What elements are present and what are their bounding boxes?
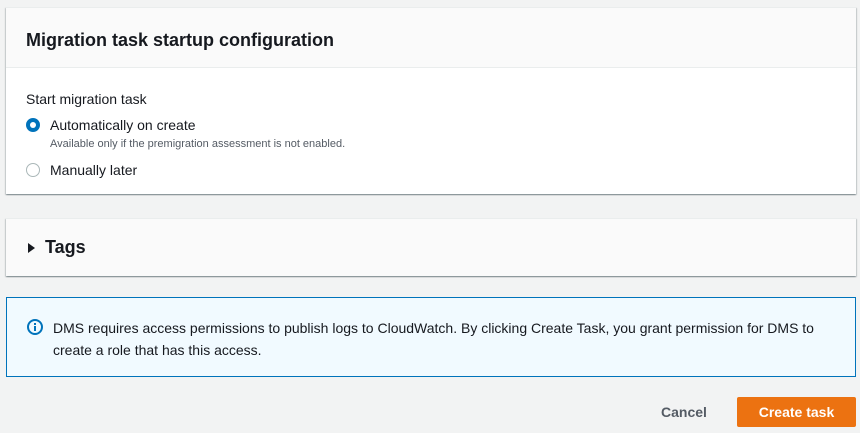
panel-header: Migration task startup configuration xyxy=(6,8,856,68)
startup-configuration-panel: Migration task startup configuration Sta… xyxy=(6,7,856,194)
radio-option-automatically[interactable]: Automatically on create Available only i… xyxy=(26,116,856,152)
tags-title[interactable]: Tags xyxy=(45,237,86,258)
radio-option-manually[interactable]: Manually later xyxy=(26,161,856,179)
tags-panel-toggle[interactable]: Tags xyxy=(6,218,856,276)
page: Migration task startup configuration Sta… xyxy=(0,0,860,433)
radio-description-automatically: Available only if the premigration asses… xyxy=(50,138,346,150)
cancel-button[interactable]: Cancel xyxy=(648,397,720,427)
start-migration-task-label: Start migration task xyxy=(26,91,147,107)
info-alert: DMS requires access permissions to publi… xyxy=(6,297,856,377)
radio-text: Automatically on create Available only i… xyxy=(50,116,345,152)
radio-label-automatically[interactable]: Automatically on create xyxy=(50,116,345,134)
create-task-button[interactable]: Create task xyxy=(737,397,856,427)
radio-text: Manually later xyxy=(50,161,137,179)
radio-selected-icon[interactable] xyxy=(26,118,40,132)
panel-title: Migration task startup configuration xyxy=(26,30,335,50)
alert-message: DMS requires access permissions to publi… xyxy=(53,320,814,358)
info-icon xyxy=(27,319,43,335)
panel-body: Start migration task Automatically on cr… xyxy=(6,68,856,179)
radio-label-manually[interactable]: Manually later xyxy=(50,161,137,179)
radio-unselected-icon[interactable] xyxy=(26,163,40,177)
caret-right-icon[interactable] xyxy=(28,242,35,253)
